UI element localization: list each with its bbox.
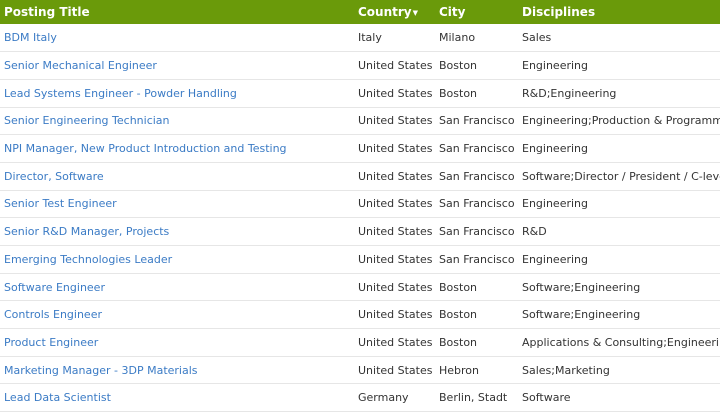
table-row: NPI Manager, New Product Introduction an… xyxy=(0,135,720,163)
column-header-country[interactable]: Country▼ xyxy=(354,0,435,24)
table-header: Posting Title Country▼ City Disciplines xyxy=(0,0,720,24)
country-cell: United States xyxy=(358,197,433,211)
city-cell: Boston xyxy=(439,86,478,100)
column-header-label: City xyxy=(439,5,466,19)
table-body: BDM Italy Italy Milano Sales Senior Mechanic… xyxy=(0,24,720,412)
disciplines-cell: Applications & Consulting;Engineering xyxy=(522,335,720,349)
country-cell: United States xyxy=(358,86,433,100)
country-cell: United States xyxy=(358,363,433,377)
disciplines-cell: Sales xyxy=(522,31,552,45)
sort-down-icon: ▼ xyxy=(412,8,419,17)
posting-title-link[interactable]: Director, Software xyxy=(0,162,354,190)
city-cell: San Francisco xyxy=(439,114,515,128)
posting-title-link[interactable]: Lead Systems Engineer - Powder Handling xyxy=(0,79,354,107)
city-cell: Hebron xyxy=(439,363,480,377)
disciplines-cell: Software;Director / President / C-level xyxy=(522,169,720,183)
posting-title-link[interactable]: Controls Engineer xyxy=(0,301,354,329)
posting-title-link[interactable]: NPI Manager, New Product Introduction an… xyxy=(0,135,354,163)
city-cell: San Francisco xyxy=(439,197,515,211)
table-row: Lead Systems Engineer - Powder Handling U… xyxy=(0,79,720,108)
posting-title-link[interactable]: Senior Test Engineer xyxy=(0,190,354,218)
table-row: Lead Data Scientist Germany Berlin, Stadt S… xyxy=(0,384,720,412)
country-cell: United States xyxy=(358,114,433,128)
table-row: Senior Engineering Technician United Stat… xyxy=(0,107,720,135)
disciplines-cell: Engineering xyxy=(522,252,588,266)
country-cell: United States xyxy=(358,169,433,183)
disciplines-cell: Engineering xyxy=(522,59,588,73)
posting-title-link[interactable]: BDM Italy xyxy=(0,24,354,52)
table-row: Controls Engineer United States Boston Soft… xyxy=(0,301,720,329)
job-postings-table: Posting Title Country▼ City Disciplines … xyxy=(0,0,720,412)
country-cell: Germany xyxy=(358,391,409,405)
city-cell: San Francisco xyxy=(439,252,515,266)
city-cell: Boston xyxy=(439,308,478,322)
city-cell: Boston xyxy=(439,335,478,349)
city-cell: Berlin, Stadt xyxy=(439,391,508,405)
posting-title-link[interactable]: Senior Mechanical Engineer xyxy=(0,52,354,80)
table-row: Product Engineer United States Boston Appli… xyxy=(0,329,720,357)
disciplines-cell: R&D xyxy=(522,225,547,239)
city-cell: Boston xyxy=(439,280,478,294)
disciplines-cell: Software;Engineering xyxy=(522,280,641,294)
table-row: Software Engineer United States Boston Soft… xyxy=(0,273,720,301)
column-header-disciplines[interactable]: Disciplines xyxy=(518,0,720,24)
column-header-posting-title[interactable]: Posting Title xyxy=(0,0,354,24)
city-cell: Milano xyxy=(439,31,476,45)
posting-title-link[interactable]: Senior R&D Manager, Projects xyxy=(0,218,354,246)
country-cell: United States xyxy=(358,225,433,239)
table-row: Senior Test Engineer United States San Fra… xyxy=(0,190,720,218)
country-cell: Italy xyxy=(358,31,382,45)
column-header-label: Posting Title xyxy=(4,5,90,19)
table-row: Senior Mechanical Engineer United States B… xyxy=(0,52,720,80)
disciplines-cell: Sales;Marketing xyxy=(522,363,610,377)
posting-title-link[interactable]: Marketing Manager - 3DP Materials xyxy=(0,356,354,384)
country-cell: United States xyxy=(358,308,433,322)
country-cell: United States xyxy=(358,335,433,349)
posting-title-link[interactable]: Emerging Technologies Leader xyxy=(0,246,354,274)
city-cell: San Francisco xyxy=(439,142,515,156)
city-cell: San Francisco xyxy=(439,169,515,183)
disciplines-cell: Engineering;Production & Programmers xyxy=(522,114,720,128)
disciplines-cell: Software;Engineering xyxy=(522,308,641,322)
posting-title-link[interactable]: Lead Data Scientist xyxy=(0,384,354,412)
column-header-city[interactable]: City xyxy=(435,0,518,24)
city-cell: Boston xyxy=(439,59,478,73)
disciplines-cell: R&D;Engineering xyxy=(522,86,617,100)
table-row: Director, Software United States San Franc… xyxy=(0,162,720,191)
country-cell: United States xyxy=(358,280,433,294)
disciplines-cell: Software xyxy=(522,391,571,405)
column-header-label: Country xyxy=(358,5,412,19)
table-row: Marketing Manager - 3DP Materials United … xyxy=(0,356,720,384)
table-row: Senior R&D Manager, Projects United State… xyxy=(0,218,720,246)
posting-title-link[interactable]: Product Engineer xyxy=(0,329,354,357)
header-row: Posting Title Country▼ City Disciplines xyxy=(0,0,720,24)
disciplines-cell: Engineering xyxy=(522,142,588,156)
table-row: BDM Italy Italy Milano Sales xyxy=(0,24,720,52)
posting-title-link[interactable]: Software Engineer xyxy=(0,273,354,301)
column-header-label: Disciplines xyxy=(522,5,596,19)
city-cell: San Francisco xyxy=(439,225,515,239)
posting-title-link[interactable]: Senior Engineering Technician xyxy=(0,107,354,135)
disciplines-cell: Engineering xyxy=(522,197,588,211)
country-cell: United States xyxy=(358,142,433,156)
country-cell: United States xyxy=(358,252,433,266)
country-cell: United States xyxy=(358,59,433,73)
table-row: Emerging Technologies Leader United State… xyxy=(0,246,720,274)
